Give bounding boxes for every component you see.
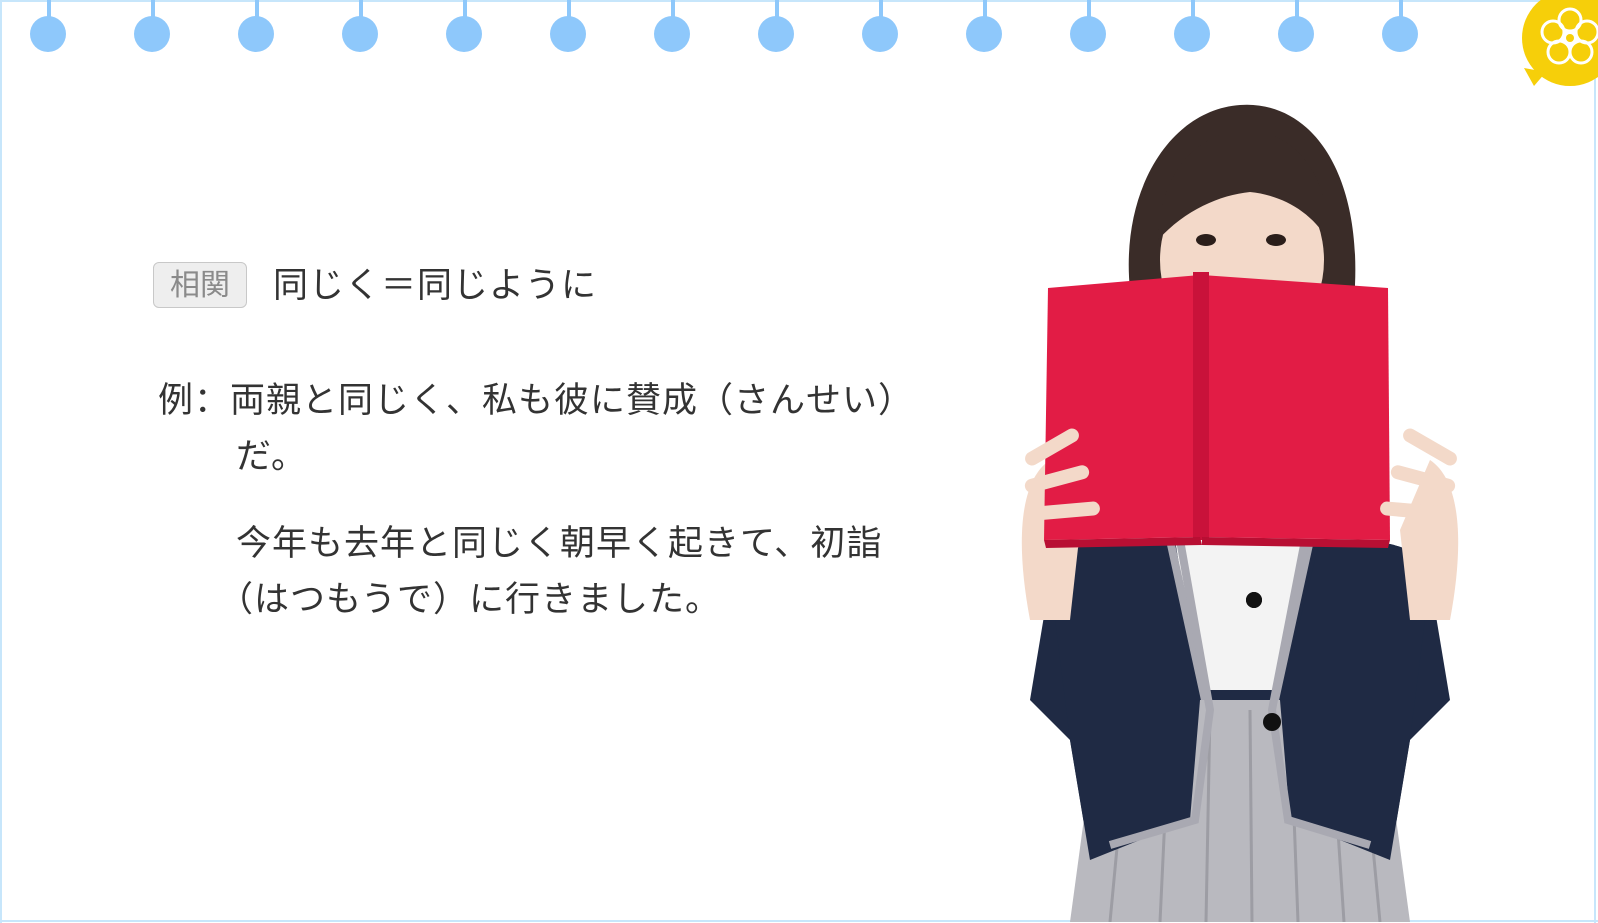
pin-decoration xyxy=(133,0,173,54)
student-with-book-photo xyxy=(1021,104,1459,922)
pin-decoration xyxy=(1277,0,1317,54)
pin-decoration xyxy=(653,0,693,54)
example-prefix: 例： xyxy=(158,381,231,421)
frame-left-border xyxy=(0,0,2,923)
related-text: 同じく＝同じように xyxy=(273,266,598,306)
pin-decoration xyxy=(1173,0,1213,54)
example-line-3: 今年も去年と同じく朝早く起きて、初詣 xyxy=(236,524,883,564)
pin-decoration xyxy=(29,0,69,54)
pin-decoration xyxy=(757,0,797,54)
example-sentence-1a: 両親と同じく、私も彼に賛成（さんせい） xyxy=(230,381,915,421)
pin-decoration xyxy=(965,0,1005,54)
pin-decoration xyxy=(237,0,277,54)
related-tag: 相関 xyxy=(153,262,247,308)
pin-decoration xyxy=(1069,0,1109,54)
pin-decoration xyxy=(549,0,589,54)
frame-right-border xyxy=(1594,0,1596,923)
example-line-1: 例：両親と同じく、私も彼に賛成（さんせい） xyxy=(158,375,914,427)
pin-decoration xyxy=(445,0,485,54)
flower-badge-icon xyxy=(1522,0,1598,86)
pin-decoration xyxy=(341,0,381,54)
pin-decoration xyxy=(861,0,901,54)
slide: 相関 同じく＝同じように 例：両親と同じく、私も彼に賛成（さんせい） だ。 今年… xyxy=(0,0,1598,923)
example-line-2: だ。 xyxy=(236,437,307,477)
example-line-4: （はつもうで）に行きました。 xyxy=(218,580,721,620)
pin-decoration xyxy=(1381,0,1421,54)
